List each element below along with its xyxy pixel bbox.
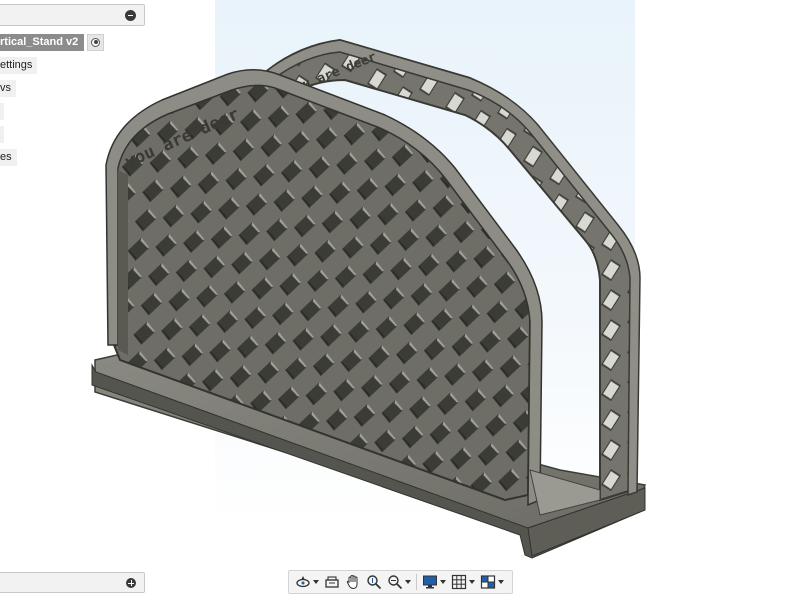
orbit-button[interactable]: [295, 572, 319, 592]
grid-icon: [451, 574, 467, 590]
collapse-icon[interactable]: [125, 10, 136, 21]
viewports-icon: [480, 575, 496, 589]
canvas-viewport[interactable]: you are deer you are deer rtical_Stand v…: [0, 0, 800, 600]
tree-item-label[interactable]: [0, 102, 4, 120]
tree-item[interactable]: es: [0, 148, 104, 166]
tree-item[interactable]: ettings: [0, 56, 104, 74]
chevron-down-icon[interactable]: [313, 580, 319, 584]
viewports-button[interactable]: [480, 572, 504, 592]
expand-icon[interactable]: [126, 578, 136, 588]
fit-zoom-button[interactable]: [387, 572, 411, 592]
pan-button[interactable]: [345, 572, 361, 592]
zoom-button[interactable]: [366, 572, 382, 592]
toolbar-divider: [416, 574, 417, 590]
browser-panel-header[interactable]: [0, 4, 145, 26]
zoom-icon: [367, 575, 382, 590]
comments-panel-header[interactable]: [0, 572, 145, 593]
tree-item-label[interactable]: ettings: [0, 56, 38, 74]
fit-zoom-icon: [388, 575, 403, 590]
chevron-down-icon[interactable]: [405, 580, 411, 584]
chevron-down-icon[interactable]: [440, 580, 446, 584]
tree-item[interactable]: [0, 125, 104, 143]
tree-item[interactable]: vs: [0, 79, 104, 97]
tree-root-row[interactable]: rtical_Stand v2: [0, 33, 105, 51]
navigation-toolbar: [288, 570, 513, 594]
chevron-down-icon[interactable]: [469, 580, 475, 584]
document-name[interactable]: rtical_Stand v2: [0, 33, 85, 51]
pan-hand-icon: [346, 574, 358, 590]
tree-item[interactable]: [0, 102, 104, 120]
tree-item-label[interactable]: vs: [0, 79, 16, 97]
orbit-icon: [296, 576, 310, 588]
tree-item-label[interactable]: [0, 125, 4, 143]
look-at-button[interactable]: [324, 572, 340, 592]
chevron-down-icon[interactable]: [498, 580, 504, 584]
grid-button[interactable]: [451, 572, 475, 592]
browser-tree: rtical_Stand v2 ettings vs es: [0, 33, 105, 171]
display-settings-icon: [423, 575, 437, 589]
activate-radio-icon[interactable]: [87, 33, 105, 51]
3d-model[interactable]: you are deer you are deer: [0, 0, 800, 600]
tree-item-label[interactable]: es: [0, 148, 17, 166]
display-settings-button[interactable]: [422, 572, 446, 592]
look-at-icon: [325, 576, 339, 588]
